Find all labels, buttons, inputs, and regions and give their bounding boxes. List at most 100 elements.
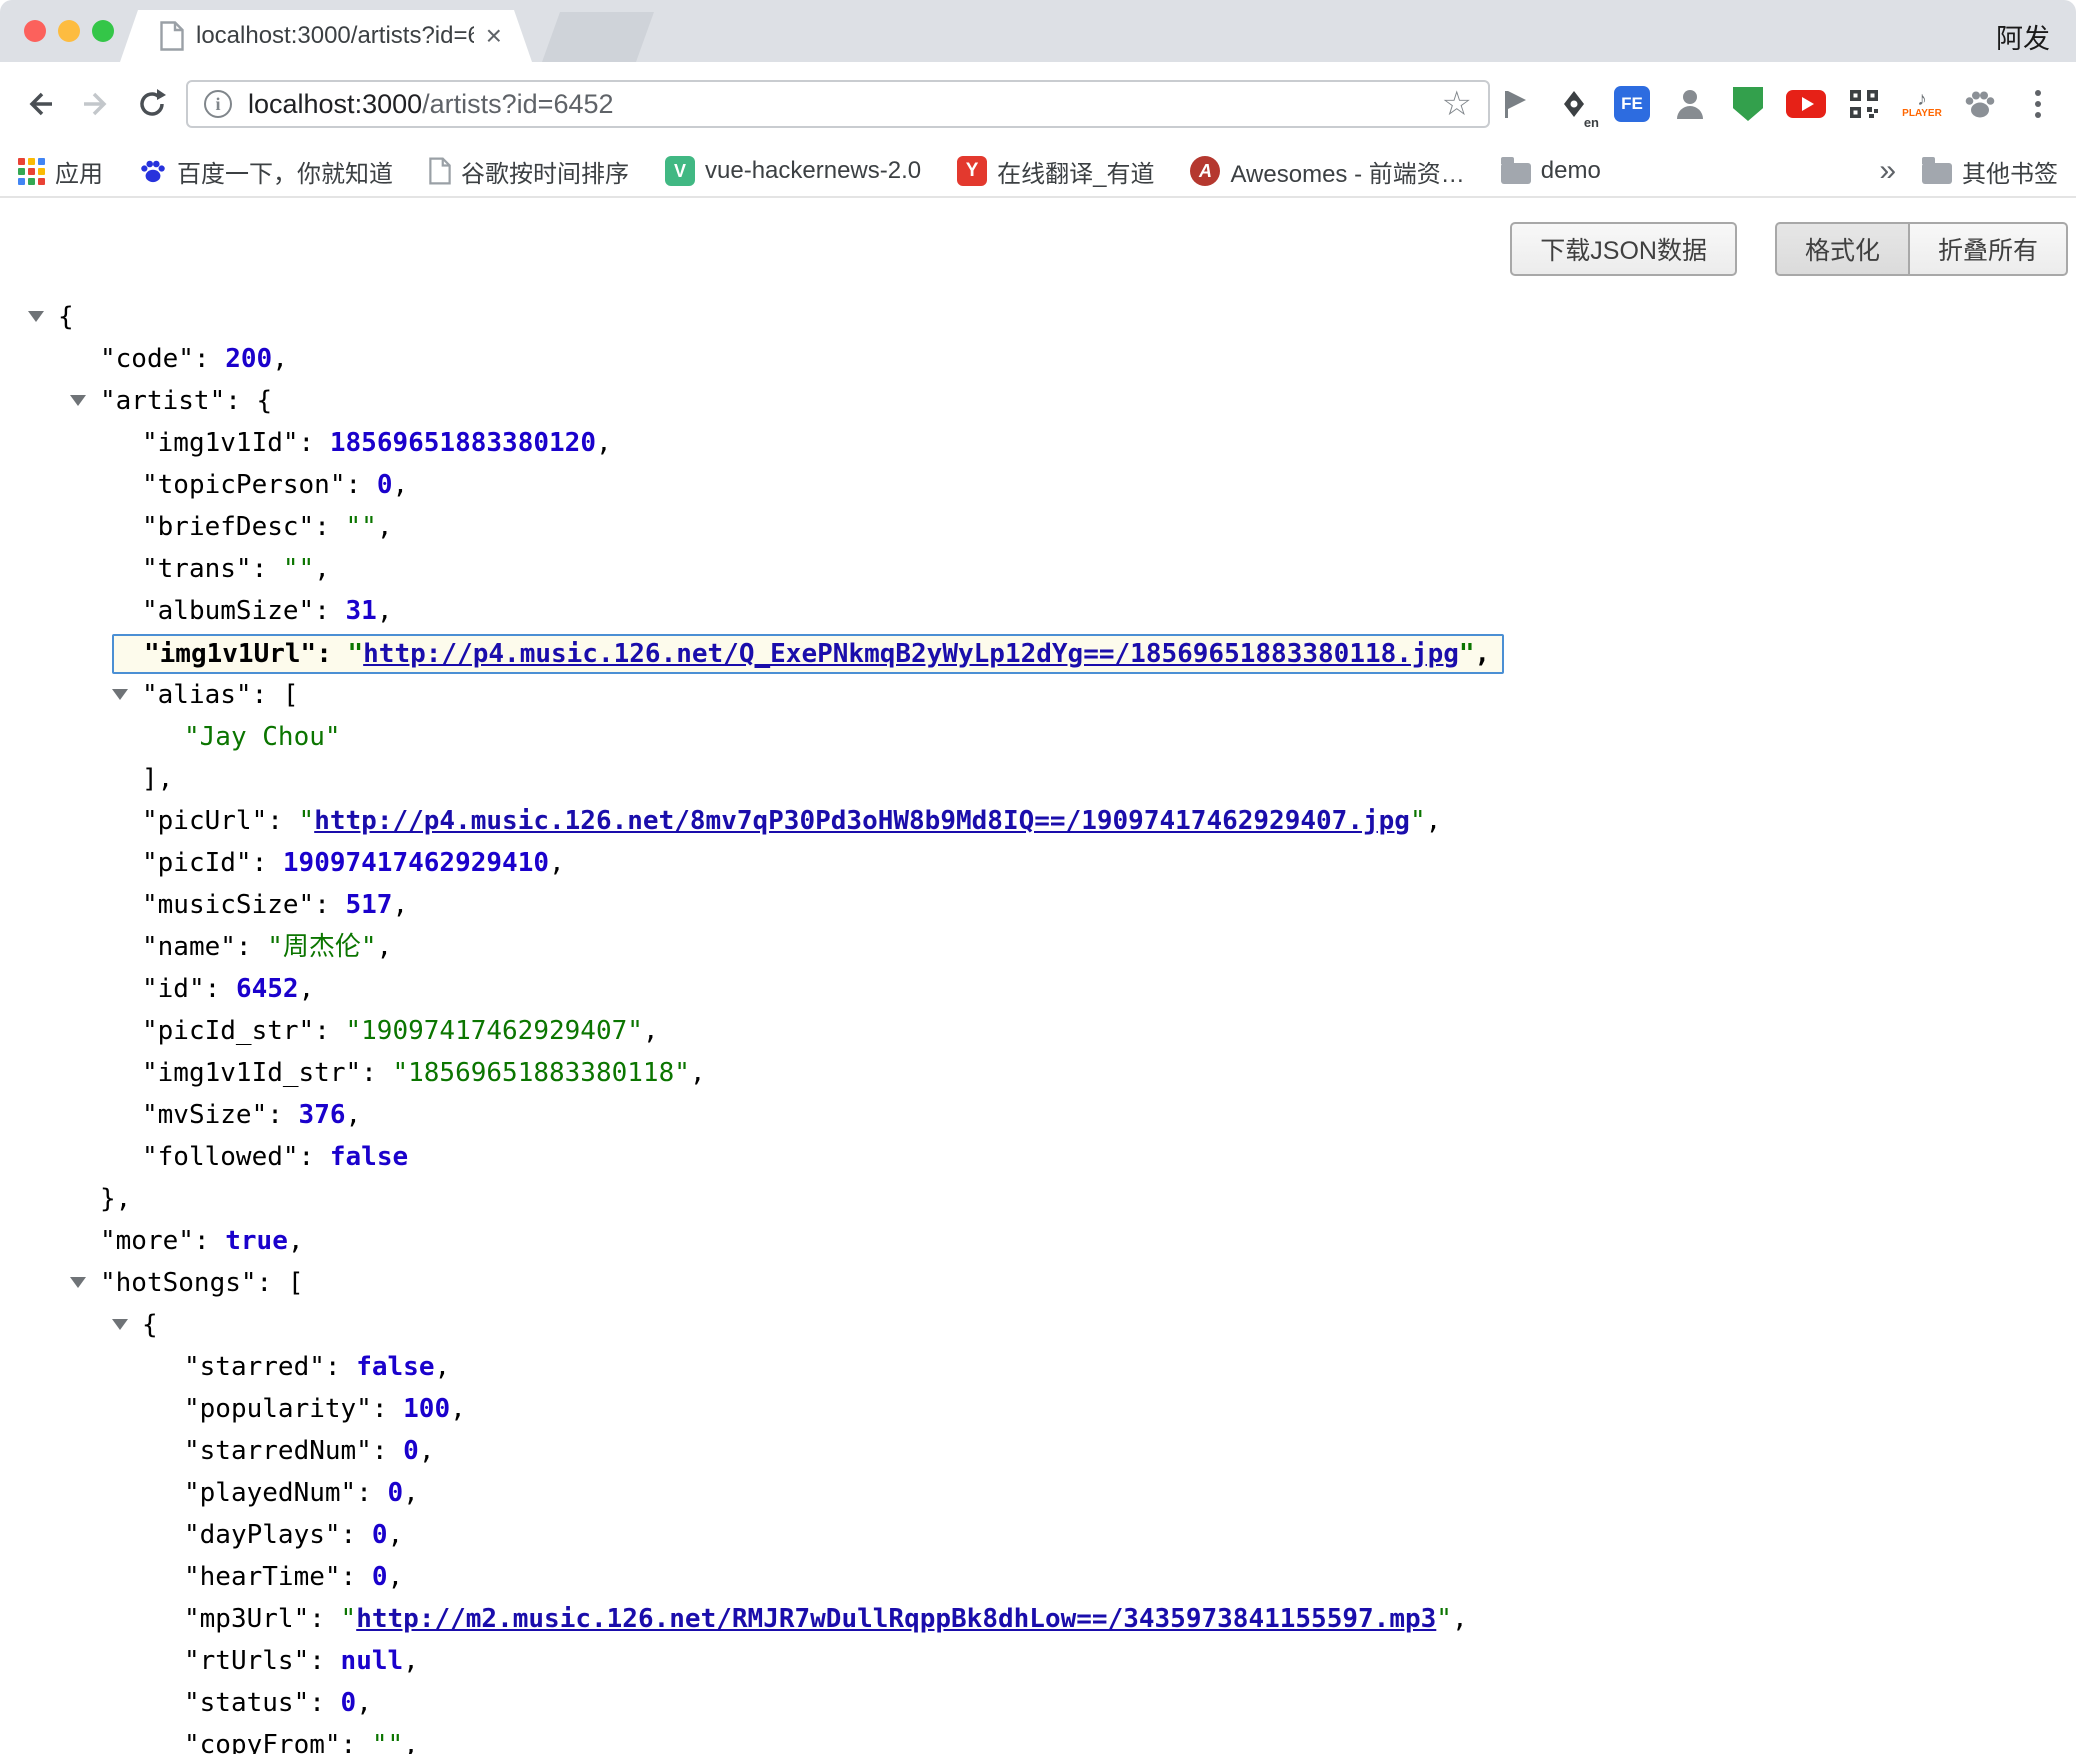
collapse-triangle-icon[interactable] — [112, 689, 128, 700]
json-url-link[interactable]: http://p4.music.126.net/Q_ExePNkmqB2yWyL… — [363, 639, 1459, 669]
json-line: { — [0, 296, 2076, 338]
json-line-highlighted: "img1v1Url": "http://p4.music.126.net/Q_… — [0, 632, 2076, 674]
bookmark-item-demo[interactable]: demo — [1501, 157, 1601, 185]
zoom-window-button[interactable] — [92, 20, 114, 42]
json-line-content: "albumSize": 31, — [142, 596, 392, 626]
json-line: "id": 6452, — [0, 968, 2076, 1010]
json-line: "copyFrom": "", — [0, 1724, 2076, 1754]
json-line-content: }, — [100, 1184, 131, 1214]
json-line: "Jay Chou" — [0, 716, 2076, 758]
json-line-content: "mvSize": 376, — [142, 1100, 361, 1130]
json-line-content: "playedNum": 0, — [184, 1478, 419, 1508]
json-line-content: "name": "周杰伦", — [142, 932, 392, 962]
other-bookmarks-label: 其他书签 — [1962, 154, 2058, 189]
json-line: "more": true, — [0, 1220, 2076, 1262]
player-extension-button[interactable]: PLAYER — [1896, 78, 1948, 130]
page-info-icon[interactable] — [204, 90, 232, 118]
json-line-content: { — [58, 302, 74, 332]
qrcode-extension-button[interactable] — [1838, 78, 1890, 130]
tab-title: localhost:3000/artists?id=645 — [196, 22, 474, 50]
json-line: "img1v1Id_str": "18569651883380118", — [0, 1052, 2076, 1094]
json-viewer: {"code": 200,"artist": {"img1v1Id": 1856… — [0, 296, 2076, 1754]
bookmark-item-google-sort[interactable]: 谷歌按时间排序 — [429, 154, 629, 189]
json-line-content: "mp3Url": "http://m2.music.126.net/RMJR7… — [184, 1604, 1468, 1634]
bookmark-label: demo — [1541, 157, 1601, 185]
json-line: "briefDesc": "", — [0, 506, 2076, 548]
awesomes-favicon-icon: A — [1190, 156, 1220, 186]
json-line: "name": "周杰伦", — [0, 926, 2076, 968]
json-line-content: "topicPerson": 0, — [142, 470, 408, 500]
bookmark-label: 百度一下，你就知道 — [177, 154, 393, 189]
tab-favicon-icon — [160, 21, 184, 51]
json-line-content: "picId_str": "19097417462929407", — [142, 1016, 659, 1046]
json-line: ], — [0, 758, 2076, 800]
bookmark-item-youdao[interactable]: Y 在线翻译_有道 — [957, 154, 1154, 189]
json-line: "artist": { — [0, 380, 2076, 422]
youtube-play-icon — [1786, 90, 1826, 118]
other-bookmarks-folder[interactable]: 其他书签 — [1922, 154, 2058, 189]
json-line-content: "starred": false, — [184, 1352, 450, 1382]
json-line-content: "dayPlays": 0, — [184, 1520, 403, 1550]
json-line-content: "hotSongs": [ — [100, 1268, 304, 1298]
json-line-content: "picId": 19097417462929410, — [142, 848, 565, 878]
translate-extension-button[interactable]: en — [1548, 78, 1600, 130]
bookmarks-overflow-chevron[interactable] — [1879, 156, 1896, 186]
address-bar[interactable]: localhost:3000/artists?id=6452 — [186, 80, 1490, 128]
json-line: "playedNum": 0, — [0, 1472, 2076, 1514]
collapse-triangle-icon[interactable] — [70, 1277, 86, 1288]
browser-window: localhost:3000/artists?id=645 × 阿发 local… — [0, 0, 2076, 1754]
tab-close-icon[interactable]: × — [486, 22, 502, 50]
fe-icon: FE — [1614, 86, 1650, 122]
forward-button[interactable] — [68, 76, 124, 132]
bookmark-item-vue-hackernews[interactable]: V vue-hackernews-2.0 — [665, 156, 921, 186]
vimium-extension-button[interactable] — [1490, 78, 1542, 130]
profile-extension-button[interactable] — [1664, 78, 1716, 130]
collapse-triangle-icon[interactable] — [28, 311, 44, 322]
json-line-content: "hearTime": 0, — [184, 1562, 403, 1592]
reload-button[interactable] — [124, 76, 180, 132]
bookmark-label: 谷歌按时间排序 — [461, 154, 629, 189]
page-content: 下载JSON数据 格式化 折叠所有 { "code": 200, "artist":… — [0, 198, 2076, 1754]
json-line-content: "img1v1Id_str": "18569651883380118", — [142, 1058, 706, 1088]
youtube-extension-button[interactable] — [1780, 78, 1832, 130]
json-line: "musicSize": 517, — [0, 884, 2076, 926]
collapse-triangle-icon[interactable] — [112, 1319, 128, 1330]
baidu-paw-icon — [139, 158, 167, 184]
json-url-link[interactable]: http://p4.music.126.net/8mv7qP30Pd3oHW8b… — [314, 806, 1410, 836]
minimize-window-button[interactable] — [58, 20, 80, 42]
paw-extension-button[interactable] — [1954, 78, 2006, 130]
json-line-content: "Jay Chou" — [184, 722, 341, 752]
json-line: "starred": false, — [0, 1346, 2076, 1388]
view-mode-segment: 格式化 折叠所有 — [1775, 222, 2068, 276]
collapse-triangle-icon[interactable] — [70, 395, 86, 406]
bookmark-item-awesomes[interactable]: A Awesomes - 前端资… — [1190, 154, 1464, 189]
json-line: "trans": "", — [0, 548, 2076, 590]
bookmark-star-icon[interactable] — [1442, 87, 1472, 121]
tab-bar: localhost:3000/artists?id=645 × 阿发 — [0, 0, 2076, 62]
en-badge: en — [1583, 115, 1600, 130]
json-line: "topicPerson": 0, — [0, 464, 2076, 506]
bookmark-apps[interactable]: 应用 — [18, 154, 103, 189]
back-button[interactable] — [12, 76, 68, 132]
json-url-link[interactable]: http://m2.music.126.net/RMJR7wDullRqppBk… — [356, 1604, 1436, 1634]
vue-favicon-icon: V — [665, 156, 695, 186]
bookmark-item-baidu[interactable]: 百度一下，你就知道 — [139, 154, 393, 189]
download-json-button[interactable]: 下载JSON数据 — [1510, 222, 1737, 276]
shield-icon — [1733, 87, 1763, 121]
browser-tab[interactable]: localhost:3000/artists?id=645 × — [120, 10, 532, 62]
new-tab-button[interactable] — [542, 12, 654, 62]
folder-icon — [1922, 163, 1952, 184]
collapse-all-button[interactable]: 折叠所有 — [1910, 222, 2068, 276]
json-line-content: "code": 200, — [100, 344, 288, 374]
json-line: "picUrl": "http://p4.music.126.net/8mv7q… — [0, 800, 2076, 842]
json-line: "dayPlays": 0, — [0, 1514, 2076, 1556]
close-window-button[interactable] — [24, 20, 46, 42]
url-text: localhost:3000/artists?id=6452 — [248, 89, 614, 120]
browser-menu-button[interactable] — [2012, 78, 2064, 130]
json-line-content: "img1v1Url": "http://p4.music.126.net/Q_… — [112, 634, 1504, 674]
adblock-extension-button[interactable] — [1722, 78, 1774, 130]
json-line-content: "copyFrom": "", — [184, 1730, 419, 1754]
extensions-area: en FE PLAYER — [1490, 78, 2064, 130]
format-button[interactable]: 格式化 — [1775, 222, 1910, 276]
fehelper-extension-button[interactable]: FE — [1606, 78, 1658, 130]
